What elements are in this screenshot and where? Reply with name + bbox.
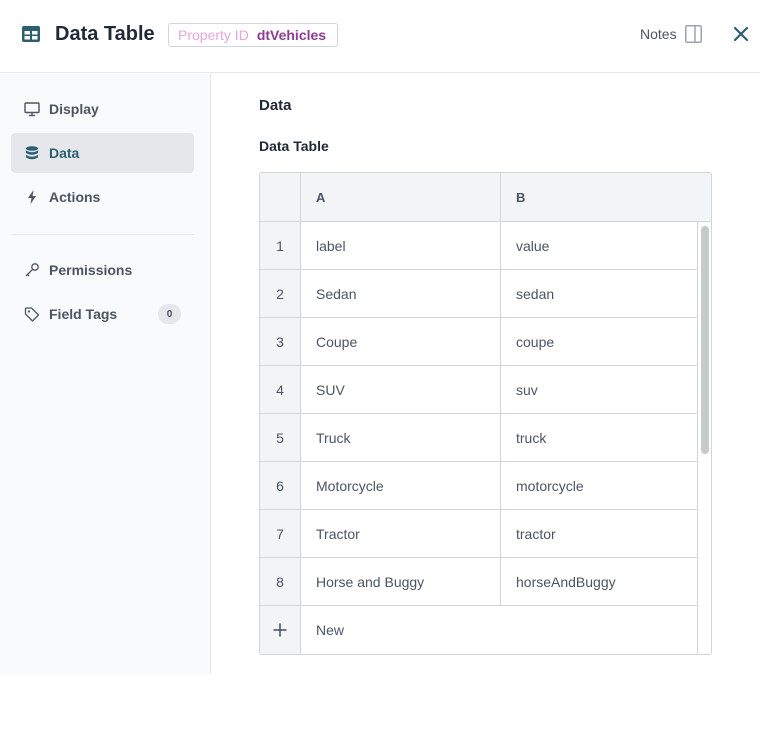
monitor-icon (24, 101, 40, 117)
add-row-button[interactable] (260, 606, 300, 654)
table-row: 2 Sedan sedan (260, 270, 697, 318)
cell-a[interactable]: Sedan (301, 270, 500, 317)
field-label: Data Table (259, 138, 329, 154)
table-row: 3 Coupe coupe (260, 318, 697, 366)
count-badge: 0 (158, 304, 181, 324)
row-number: 5 (260, 414, 300, 461)
cell-a[interactable]: SUV (301, 366, 500, 413)
cell-b[interactable]: sedan (501, 270, 697, 317)
row-number: 6 (260, 462, 300, 509)
cell-b[interactable]: motorcycle (501, 462, 697, 509)
table-row: 7 Tractor tractor (260, 510, 697, 558)
sidebar: Display Data Actions Permissions Field T… (0, 74, 211, 674)
property-id-badge: Property ID dtVehicles (168, 23, 339, 47)
cell-b[interactable]: horseAndBuggy (501, 558, 697, 605)
sidebar-item-label: Display (49, 101, 99, 117)
cell-a[interactable]: Horse and Buggy (301, 558, 500, 605)
cell-b[interactable]: suv (501, 366, 697, 413)
sidebar-item-label: Field Tags (49, 306, 118, 322)
section-title: Data (259, 97, 292, 114)
table-row: 4 SUV suv (260, 366, 697, 414)
table-header: A B (260, 173, 711, 222)
row-number: 3 (260, 318, 300, 365)
scrollbar-track[interactable] (697, 222, 711, 654)
data-table-grid: A B 1 label value 2 Sedan sedan 3 Coupe … (259, 172, 712, 655)
sidebar-item-label: Permissions (49, 262, 133, 278)
cell-a[interactable]: Tractor (301, 510, 500, 557)
column-header-b[interactable]: B (501, 173, 711, 222)
sidebar-item-label: Data (49, 145, 80, 161)
panel-icon (684, 25, 702, 43)
row-number: 1 (260, 222, 300, 269)
row-number: 2 (260, 270, 300, 317)
table-row: 6 Motorcycle motorcycle (260, 462, 697, 510)
sidebar-item-field-tags[interactable]: Field Tags 0 (11, 294, 194, 334)
row-number: 8 (260, 558, 300, 605)
cell-a[interactable]: Coupe (301, 318, 500, 365)
notes-toggle[interactable]: Notes (640, 25, 702, 43)
property-id-label: Property ID (178, 27, 249, 43)
page-title: Data Table (55, 23, 155, 45)
table-row: 8 Horse and Buggy horseAndBuggy (260, 558, 697, 606)
key-icon (24, 262, 40, 278)
row-number: 4 (260, 366, 300, 413)
database-icon (24, 145, 40, 161)
close-icon[interactable] (731, 24, 751, 44)
table-row: 1 label value (260, 222, 697, 270)
cell-b[interactable]: value (501, 222, 697, 269)
cell-a[interactable]: Motorcycle (301, 462, 500, 509)
plus-icon (273, 623, 287, 637)
sidebar-item-permissions[interactable]: Permissions (11, 250, 194, 290)
row-number: 7 (260, 510, 300, 557)
tag-icon (24, 306, 40, 322)
header: Data Table Property ID dtVehicles Notes (0, 0, 760, 73)
column-divider (300, 173, 301, 654)
sidebar-item-actions[interactable]: Actions (11, 177, 194, 217)
scrollbar-thumb[interactable] (701, 226, 709, 454)
cell-b[interactable]: truck (501, 414, 697, 461)
new-row-label[interactable]: New (301, 606, 344, 654)
column-header-a[interactable]: A (301, 173, 500, 222)
column-divider (500, 173, 501, 606)
new-row: New (260, 606, 697, 654)
cell-a[interactable]: Truck (301, 414, 500, 461)
cell-a[interactable]: label (301, 222, 500, 269)
table-icon (22, 26, 40, 42)
cell-b[interactable]: coupe (501, 318, 697, 365)
sidebar-item-label: Actions (49, 189, 101, 205)
notes-label: Notes (640, 26, 677, 42)
sidebar-item-display[interactable]: Display (11, 89, 194, 129)
cell-b[interactable]: tractor (501, 510, 697, 557)
property-id-value: dtVehicles (256, 27, 327, 43)
sidebar-item-data[interactable]: Data (11, 133, 194, 173)
lightning-icon (24, 189, 40, 205)
table-row: 5 Truck truck (260, 414, 697, 462)
sidebar-divider (11, 234, 194, 235)
